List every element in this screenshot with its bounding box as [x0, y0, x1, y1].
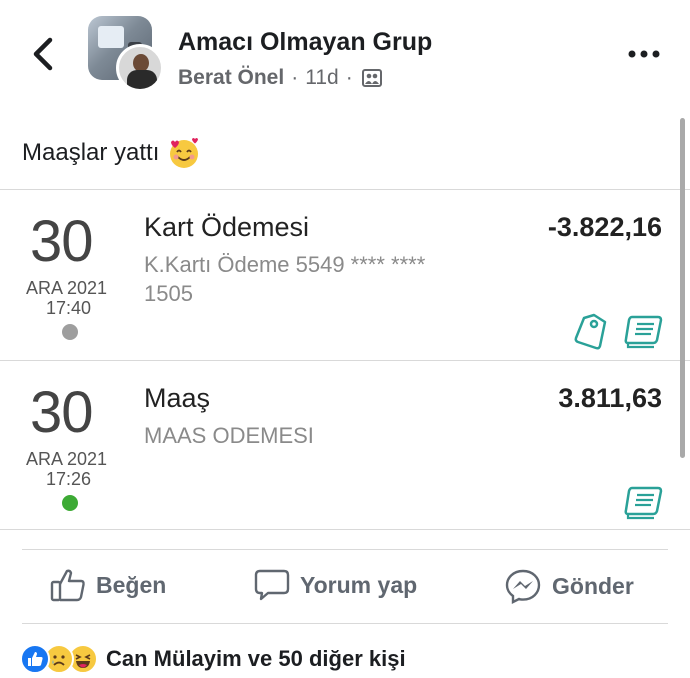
- reaction-icons: [20, 644, 98, 674]
- back-arrow-icon[interactable]: [28, 36, 58, 72]
- receipt-icon[interactable]: [624, 314, 664, 350]
- post-meta: Berat Önel · 11d ·: [178, 66, 382, 90]
- group-name[interactable]: Amacı Olmayan Grup: [178, 28, 432, 57]
- post-text: Maaşlar yattı: [22, 136, 201, 170]
- comment-button[interactable]: Yorum yap: [254, 568, 417, 602]
- thumbs-up-icon: [50, 569, 85, 602]
- transaction-amount: -3.822,16: [547, 212, 662, 242]
- transaction-time: 17:26: [46, 469, 92, 489]
- transaction-description: K.Kartı Ödeme 5549 **** **** 1505: [144, 252, 426, 306]
- meta-separator: ·: [291, 66, 299, 89]
- divider: [22, 623, 668, 624]
- divider: [0, 529, 690, 530]
- transaction-row[interactable]: 30 ARA 2021 17:40 Kart Ödemesi K.Kartı Ö…: [0, 190, 690, 360]
- status-dot: [62, 324, 78, 340]
- group-avatar[interactable]: [86, 16, 166, 92]
- transaction-time: 17:40: [46, 298, 92, 318]
- author-avatar[interactable]: [116, 44, 164, 92]
- transaction-row[interactable]: 30 ARA 2021 17:26 Maaş MAAS ODEMESI 3.81…: [0, 361, 690, 531]
- send-label: Gönder: [552, 572, 634, 599]
- transaction-day: 30: [30, 380, 94, 445]
- scrollbar[interactable]: [680, 118, 685, 458]
- transaction-month-year: ARA 2021: [26, 449, 108, 469]
- like-button[interactable]: Beğen: [50, 568, 166, 602]
- reactions-text[interactable]: Can Mülayim ve 50 diğer kişi: [106, 646, 406, 672]
- transaction-day: 30: [30, 209, 94, 274]
- bank-screenshot: 30 ARA 2021 17:40 Kart Ödemesi K.Kartı Ö…: [0, 189, 690, 530]
- transaction-title: Kart Ödemesi: [144, 212, 310, 242]
- comment-icon: [254, 569, 290, 601]
- transaction-month-year: ARA 2021: [26, 278, 108, 298]
- send-button[interactable]: Gönder: [504, 568, 634, 604]
- transaction-amount: 3.811,63: [558, 383, 662, 413]
- tag-icon[interactable]: [572, 312, 608, 352]
- status-dot: [62, 495, 78, 511]
- transaction-title: Maaş: [144, 383, 211, 413]
- messenger-icon: [505, 569, 541, 604]
- post-time[interactable]: 11d: [305, 66, 338, 90]
- post-message: Maaşlar yattı: [22, 139, 160, 166]
- like-reaction-icon: [20, 644, 50, 674]
- receipt-icon[interactable]: [624, 485, 664, 521]
- like-label: Beğen: [96, 571, 167, 598]
- post-actions: Beğen Yorum yap Gönder: [0, 550, 690, 624]
- comment-label: Yorum yap: [300, 571, 418, 598]
- author-name[interactable]: Berat Önel: [178, 66, 284, 90]
- meta-separator: ·: [345, 66, 353, 89]
- post-header: Amacı Olmayan Grup Berat Önel · 11d ·: [0, 0, 690, 110]
- group-audience-icon: [361, 69, 382, 87]
- transaction-description: MAAS ODEMESI: [144, 423, 314, 448]
- smiling-face-with-hearts-emoji-icon: [170, 138, 199, 168]
- reactions-summary[interactable]: Can Mülayim ve 50 diğer kişi: [20, 644, 406, 674]
- more-options-icon[interactable]: [626, 44, 662, 64]
